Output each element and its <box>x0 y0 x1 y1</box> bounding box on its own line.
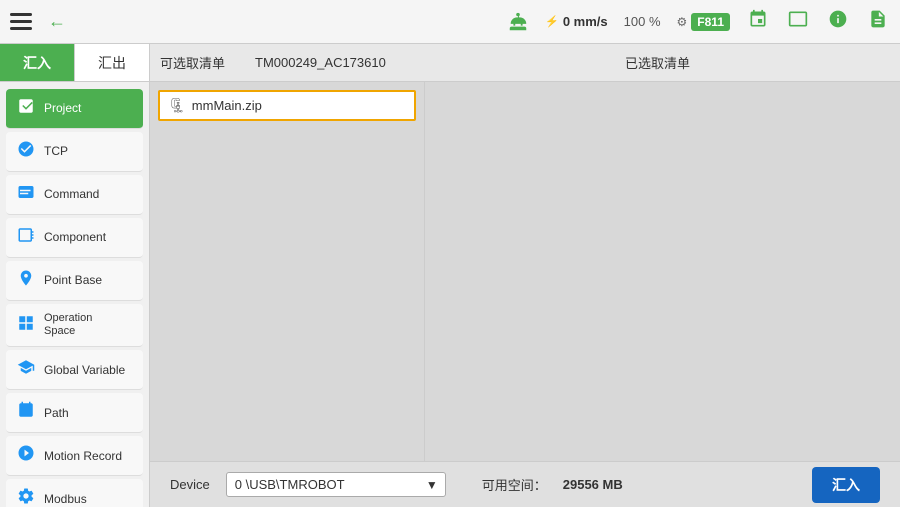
sidebar-item-global-variable[interactable]: Global Variable <box>6 350 143 390</box>
available-space-value: 29556 MB <box>563 477 623 492</box>
import-action-button[interactable]: 汇入 <box>812 467 880 503</box>
motion-record-label: Motion Record <box>44 449 122 463</box>
back-button[interactable]: ← <box>46 9 68 34</box>
panels-row: 🗜 mmMain.zip <box>150 82 900 461</box>
motion-record-icon <box>16 444 36 467</box>
sidebar: 汇入 汇出 Project TCP <box>0 44 150 507</box>
info-button[interactable] <box>826 7 850 36</box>
operation-space-label: OperationSpace <box>44 312 92 338</box>
content-area: 可选取清单 TM000249_AC173610 已选取清单 🗜 mmMain.z… <box>150 44 900 507</box>
hamburger-menu[interactable] <box>10 13 32 30</box>
project-label: Project <box>44 101 81 115</box>
component-label: Component <box>44 230 106 244</box>
speed-icon: ⚡ <box>545 15 559 28</box>
global-variable-label: Global Variable <box>44 363 125 377</box>
point-base-label: Point Base <box>44 273 102 287</box>
device-select-wrapper: 0 \USB\TMROBOT ▼ <box>226 472 446 497</box>
percent-value: 100 % <box>624 14 661 29</box>
sidebar-item-point-base[interactable]: Point Base <box>6 261 143 301</box>
import-tab-button[interactable]: 汇入 <box>0 44 74 81</box>
sidebar-item-path[interactable]: Path <box>6 393 143 433</box>
component-icon <box>16 226 36 249</box>
monitor-button[interactable] <box>786 7 810 36</box>
modbus-icon <box>16 487 36 507</box>
sidebar-item-operation-space[interactable]: OperationSpace <box>6 304 143 347</box>
sidebar-item-project[interactable]: Project <box>6 89 143 129</box>
available-list-panel: 🗜 mmMain.zip <box>150 82 425 461</box>
badge-container: ⚙ F811 <box>677 13 730 31</box>
sidebar-item-motion-record[interactable]: Motion Record <box>6 436 143 476</box>
export-tab-button[interactable]: 汇出 <box>74 44 149 81</box>
device-id-label: TM000249_AC173610 <box>255 55 386 70</box>
document-button[interactable] <box>866 7 890 36</box>
import-export-row: 汇入 汇出 <box>0 44 149 82</box>
speed-value: 0 mm/s <box>563 14 608 29</box>
tcp-icon <box>16 140 36 163</box>
available-space-label: 可用空间： <box>482 475 547 494</box>
modbus-label: Modbus <box>44 492 87 506</box>
selected-list-label: 已选取清单 <box>625 53 690 72</box>
f811-badge: F811 <box>691 13 730 31</box>
command-label: Command <box>44 187 99 201</box>
top-bar-right: ⚡ 0 mm/s 100 % ⚙ F811 <box>507 7 890 36</box>
device-select[interactable]: 0 \USB\TMROBOT <box>226 472 446 497</box>
sidebar-item-command[interactable]: Command <box>6 175 143 215</box>
operation-space-icon <box>16 314 36 337</box>
path-icon <box>16 401 36 424</box>
zip-file-icon: 🗜 <box>168 97 186 114</box>
speed-display: ⚡ 0 mm/s <box>545 14 608 29</box>
file-name: mmMain.zip <box>192 98 262 113</box>
project-icon <box>16 97 36 120</box>
point-base-icon <box>16 269 36 292</box>
device-label: Device <box>170 477 210 492</box>
nav-list: Project TCP Command <box>0 82 149 507</box>
available-list-label: 可选取清单 <box>160 53 225 72</box>
global-variable-icon <box>16 358 36 381</box>
robot-config-button[interactable] <box>746 7 770 36</box>
top-bar: ← ⚡ 0 mm/s 100 % ⚙ F811 <box>0 0 900 44</box>
sidebar-item-modbus[interactable]: Modbus <box>6 479 143 507</box>
robot-status-icon <box>507 11 529 33</box>
path-label: Path <box>44 406 69 420</box>
panel-headers: 可选取清单 TM000249_AC173610 已选取清单 <box>150 44 900 82</box>
file-item-mmMain[interactable]: 🗜 mmMain.zip <box>158 90 416 121</box>
bottom-bar: Device 0 \USB\TMROBOT ▼ 可用空间： 29556 MB 汇… <box>150 461 900 507</box>
sidebar-item-tcp[interactable]: TCP <box>6 132 143 172</box>
sidebar-item-component[interactable]: Component <box>6 218 143 258</box>
command-icon <box>16 183 36 206</box>
percent-display: 100 % <box>624 14 661 29</box>
selected-list-panel <box>425 82 900 461</box>
tcp-label: TCP <box>44 144 68 158</box>
main-layout: 汇入 汇出 Project TCP <box>0 44 900 507</box>
